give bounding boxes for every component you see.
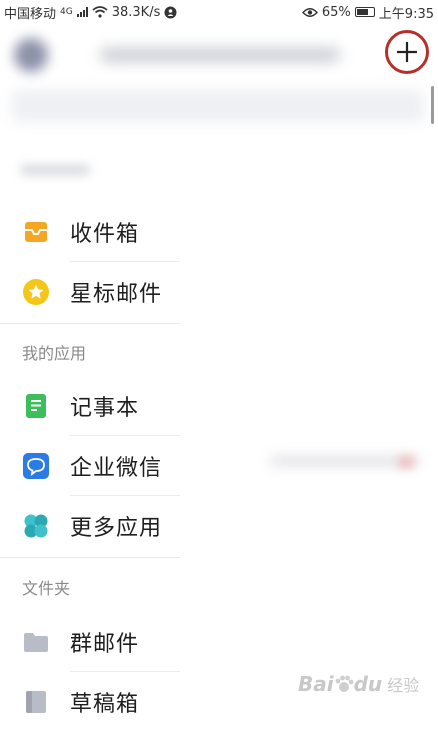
sidebar-item-label: 记事本 xyxy=(70,396,140,421)
net-speed: 38.3K/s xyxy=(111,4,161,20)
folder-icon xyxy=(24,633,48,652)
section-header-folders: 文件夹 xyxy=(22,579,71,598)
alert-icon xyxy=(164,6,177,18)
carrier-label: 中国移动 xyxy=(4,6,57,22)
sidebar-item-label: 草稿箱 xyxy=(70,692,140,717)
sidebar-item-more-apps[interactable]: 更多应用 xyxy=(0,496,180,556)
star-icon xyxy=(23,279,49,305)
wifi-icon xyxy=(92,6,108,18)
sidebar-item-label: 星标邮件 xyxy=(70,282,163,307)
sidebar-item-group-mail[interactable]: 群邮件 xyxy=(0,612,180,672)
status-bar: 中国移动 4G 38.3K/s 65% 上午9:35 xyxy=(0,0,438,24)
sidebar-item-wework[interactable]: 企业微信 xyxy=(0,436,180,496)
paw-icon xyxy=(335,675,354,692)
battery-icon xyxy=(354,7,375,17)
plus-icon xyxy=(397,42,417,62)
blurred-header xyxy=(0,26,438,146)
watermark-suffix: 经验 xyxy=(387,676,420,695)
sidebar-item-drafts[interactable]: 草稿箱 xyxy=(0,672,180,732)
wework-icon xyxy=(23,453,49,479)
account-name-blurred xyxy=(100,48,340,62)
sidebar-item-label: 收件箱 xyxy=(70,222,140,247)
eye-icon xyxy=(301,7,318,17)
add-button[interactable] xyxy=(385,30,429,74)
scroll-indicator[interactable] xyxy=(431,86,434,124)
watermark: Bai du 经验 xyxy=(298,672,419,696)
section-divider xyxy=(0,323,180,324)
signal-icon xyxy=(76,7,88,17)
more-apps-icon xyxy=(24,514,48,538)
watermark-brand: Bai xyxy=(298,672,334,696)
section-header-apps: 我的应用 xyxy=(22,344,87,363)
avatar[interactable] xyxy=(14,38,48,72)
unread-badge-blurred xyxy=(398,457,414,467)
sidebar-item-label: 群邮件 xyxy=(70,632,140,657)
section-label-blurred xyxy=(20,165,90,175)
watermark-brand-2: du xyxy=(353,672,383,696)
sidebar-item-inbox[interactable]: 收件箱 xyxy=(0,202,180,262)
sidebar-item-notes[interactable]: 记事本 xyxy=(0,376,180,436)
sidebar-item-starred[interactable]: 星标邮件 xyxy=(0,262,180,322)
sidebar-item-label: 企业微信 xyxy=(70,456,163,481)
draft-icon xyxy=(26,691,46,713)
sidebar-item-label: 更多应用 xyxy=(70,516,163,541)
battery-percent: 65% xyxy=(321,4,351,20)
search-bar-blurred xyxy=(12,90,424,122)
inbox-icon xyxy=(25,222,47,242)
section-divider xyxy=(0,557,180,558)
network-type: 4G xyxy=(60,7,73,17)
clock: 上午9:35 xyxy=(378,6,434,22)
notebook-icon xyxy=(26,394,46,418)
